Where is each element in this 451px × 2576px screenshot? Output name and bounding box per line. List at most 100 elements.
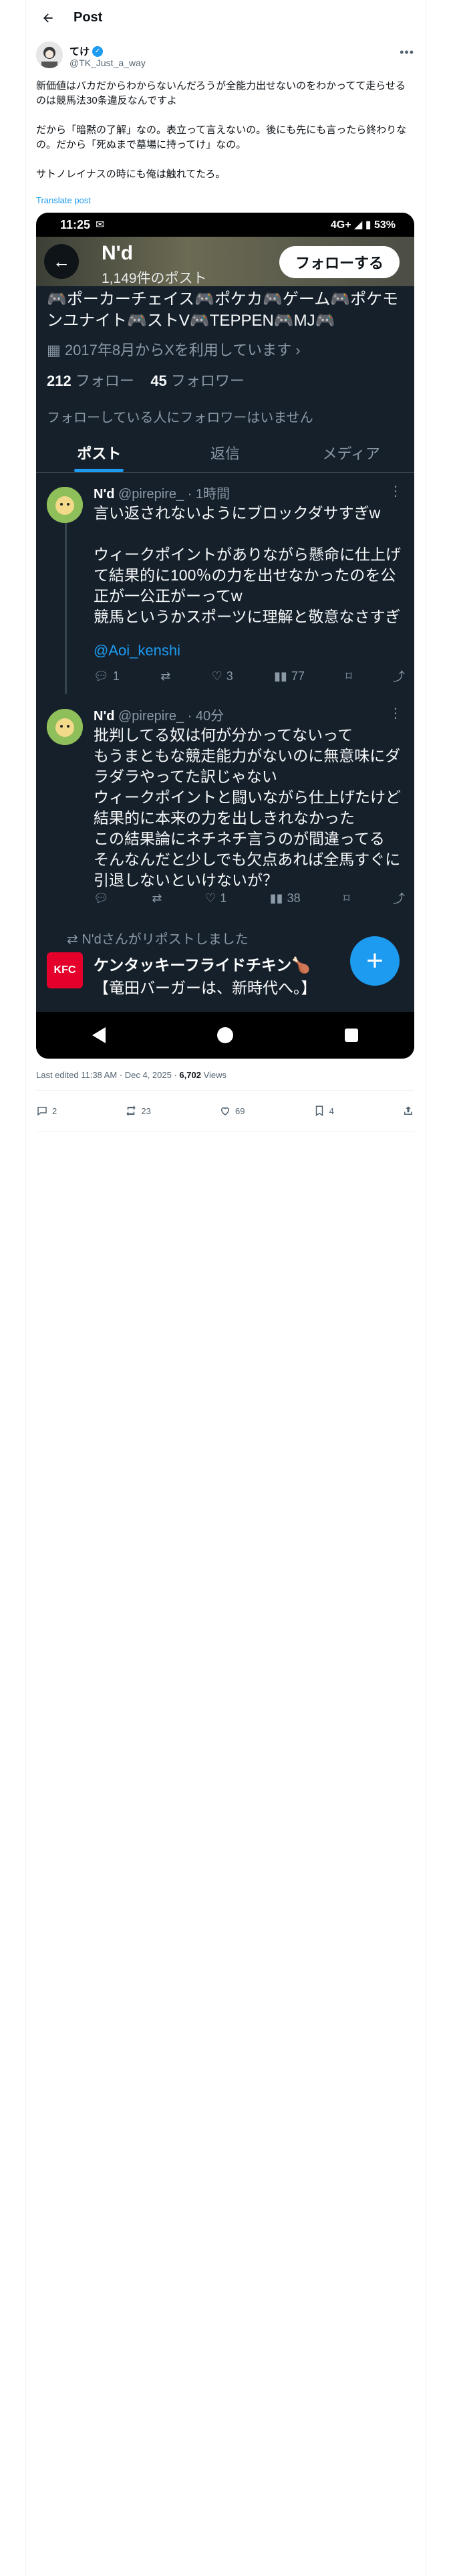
reply-icon [37, 1107, 47, 1116]
tweet-actions: 💬︎ ⇄ ♡ 1 ▮▮ 38 ⌑ ⤴ [94, 889, 405, 907]
retweet-icon [126, 1105, 136, 1117]
translate-post-link[interactable]: Translate post [36, 195, 91, 205]
retweet-icon: ⇄ [160, 669, 171, 683]
tweet-handle: @pirepire_ [118, 487, 184, 502]
profile-post-count: 1,149件のポスト [102, 271, 207, 286]
calendar-icon: ▦ [47, 342, 61, 358]
retweet-icon: ⇄ [152, 891, 162, 905]
repost-note-text: N'dさんがリポストしました [82, 932, 249, 947]
mutual-followers-note: フォローしている人にフォロワーはいません [47, 411, 313, 425]
phone-status-bar: 11:25 ✉ 4G+ ◢ ▮ 53% [36, 213, 414, 237]
tweet-text: 批判してる奴は何が分かってないって もうまともな競走能力がないのに無意味にダラダ… [94, 726, 401, 889]
post-actions: 2 23 69 4 [36, 1101, 414, 1121]
tweet-text: 言い返されないようにブロックダサすぎw ウィークポイントがありながら懸命に仕上げ… [94, 504, 401, 625]
kfc-logo: KFC [47, 952, 83, 988]
phone-time: 11:25 [60, 217, 91, 231]
compose-button: + [350, 936, 400, 986]
page-title: Post [73, 10, 103, 25]
view-count: 38 [287, 891, 301, 905]
profile-back-icon: ← [44, 244, 79, 279]
reply-icon: 💬︎ [94, 891, 109, 905]
avatar[interactable] [36, 41, 63, 68]
like-icon: ♡ 1 [205, 891, 227, 905]
tab-replies: 返信 [210, 445, 241, 462]
profile-stats: 212 フォロー 45 フォロワー [47, 369, 245, 391]
profile-joined-text: 2017年8月からXを利用しています [64, 342, 292, 358]
share-icon [404, 1106, 412, 1115]
top-bar: Post [25, 0, 425, 35]
attached-screenshot[interactable]: 11:25 ✉ 4G+ ◢ ▮ 53% ← N'd 1,149件のポスト フォロ… [36, 213, 414, 1059]
retweet-icon: ⇄ [67, 932, 78, 947]
nav-home-icon [216, 1027, 233, 1043]
bookmark-count: 4 [329, 1105, 334, 1116]
like-count: 3 [226, 669, 233, 683]
tweet-handle: @pirepire_ [118, 709, 184, 724]
share-icon: ⤴ [392, 892, 405, 905]
tweet-header: N'd @pirepire_ · 40分 [94, 705, 224, 724]
android-nav-bar [36, 1012, 414, 1059]
bookmark-button[interactable]: 4 [313, 1105, 334, 1117]
like-icon: ♡ 3 [211, 669, 233, 683]
more-options-icon: ⋮ [389, 484, 402, 499]
views-label: Views [203, 1070, 227, 1080]
tab-media: メディア [322, 445, 380, 462]
share-icon: ⤴ [392, 670, 405, 683]
repost-button[interactable]: 23 [125, 1105, 151, 1117]
repost-note: ⇄ N'dさんがリポストしました [67, 928, 249, 948]
chevron-right-icon: › [295, 342, 301, 358]
nav-recents-icon [345, 1029, 359, 1042]
bookmark-icon: ⌑ [343, 891, 350, 905]
reply-button[interactable]: 2 [36, 1105, 57, 1117]
list-item: N'd @pirepire_ · 1時間 ⋮ 言い返されないようにブロックダサす… [36, 479, 414, 683]
post-meta: Last edited 11:38 AM · Dec 4, 2025 · 6,7… [36, 1070, 227, 1080]
views-count: 6,702 [179, 1070, 201, 1080]
kfc-name: ケンタッキーフライドチキン🍗 [94, 956, 311, 974]
edited-text[interactable]: Last edited 11:38 AM · Dec 4, 2025 · [36, 1070, 179, 1080]
arrow-left-icon [43, 13, 53, 23]
following-count: 212 [47, 372, 71, 389]
like-count: 69 [235, 1105, 245, 1116]
share-button[interactable] [402, 1105, 414, 1117]
tab-posts: ポスト [36, 433, 162, 472]
repost-count: 23 [141, 1105, 151, 1116]
bookmark-icon: ⌑ [345, 669, 352, 683]
phone-status-right: 4G+ ◢ ▮ 53% [330, 219, 396, 231]
kfc-text: 【竜田バーガーは、新時代へ。】 [94, 979, 317, 996]
more-options-icon: ⋮ [389, 706, 402, 721]
author-name[interactable]: てけ ✓ [69, 44, 104, 58]
profile-tabs: ポスト 返信 メディア [36, 433, 414, 473]
heart-icon [220, 1107, 229, 1115]
profile-joined: ▦ 2017年8月からXを利用しています › [47, 338, 301, 360]
author-handle[interactable]: @TK_Just_a_way [69, 58, 146, 68]
tweet-time: · 1時間 [187, 487, 231, 502]
profile-name: N'd [102, 242, 134, 264]
post-text: 新価値はバカだからわからないんだろうが全能力出せないのをわかってて走らせるのは競… [36, 80, 407, 180]
views-icon: ▮▮ 38 [269, 891, 301, 905]
reply-icon: 💬︎ 1 [94, 669, 120, 683]
tweet-header: N'd @pirepire_ · 1時間 [94, 483, 230, 502]
nav-back-icon [92, 1027, 106, 1043]
avatar [47, 709, 83, 745]
post-author: てけ ✓ @TK_Just_a_way ••• [36, 41, 414, 74]
tweet-name: N'd [94, 487, 115, 502]
tweet-name: N'd [94, 709, 115, 724]
following-label: フォロー [75, 372, 134, 389]
tweet-actions: 💬︎ 1 ⇄ ♡ 3 ▮▮ 77 ⌑ ⤴ [94, 667, 405, 685]
tweet-mention: @Aoi_kenshi [94, 642, 180, 659]
follow-button: フォローする [279, 246, 400, 278]
followers-label: フォロワー [170, 372, 245, 389]
like-button[interactable]: 69 [219, 1105, 245, 1117]
profile-bio: 🎮ポーカーチェイス🎮ポケカ🎮ゲーム🎮ポケモンユナイト🎮ストV🎮TEPPEN🎮MJ… [47, 290, 399, 330]
more-options-icon[interactable]: ••• [400, 45, 414, 60]
views-icon: ▮▮ 77 [274, 669, 305, 683]
followers-count: 45 [150, 372, 167, 389]
avatar [47, 487, 83, 523]
view-count: 77 [291, 669, 305, 683]
list-item: N'd @pirepire_ · 40分 ⋮ 批判してる奴は何が分かってないって… [36, 701, 414, 915]
like-count: 1 [220, 891, 227, 905]
verified-badge-icon: ✓ [92, 45, 104, 57]
back-button[interactable] [35, 5, 61, 31]
author-name-text: てけ [69, 46, 90, 58]
mail-icon: ✉ [96, 219, 105, 231]
reply-count: 1 [112, 669, 120, 683]
